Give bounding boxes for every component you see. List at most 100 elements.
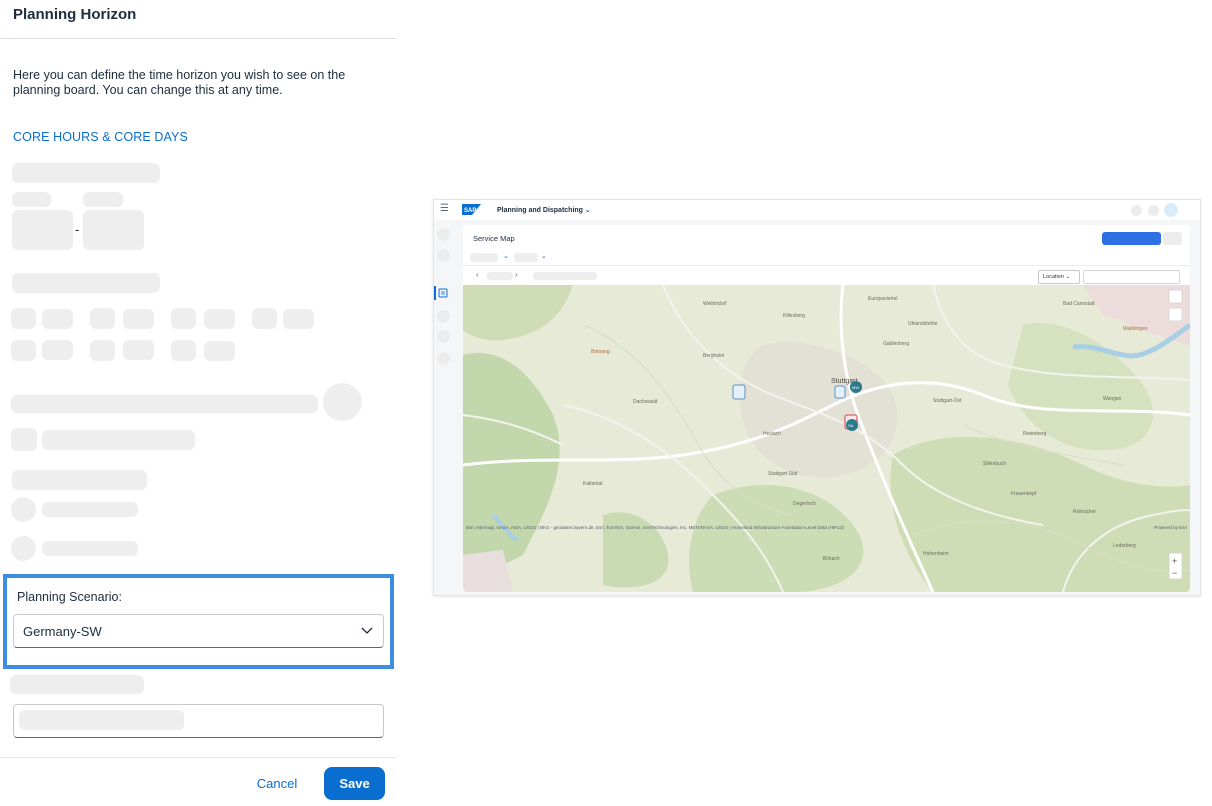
skeleton-bar bbox=[11, 395, 318, 413]
save-button[interactable]: Save bbox=[324, 767, 385, 800]
skeleton-label bbox=[12, 192, 51, 207]
nav-selected-indicator bbox=[434, 286, 436, 300]
hamburger-icon[interactable]: ☰ bbox=[440, 203, 449, 214]
map-label-bad-cannstatt: Bad Cannstatt bbox=[1063, 301, 1095, 307]
skeleton-line bbox=[42, 541, 138, 556]
map-label-lederberg: Lederberg bbox=[1113, 543, 1136, 549]
skeleton-day bbox=[252, 308, 277, 329]
skeleton-heading bbox=[12, 273, 160, 293]
app-title[interactable]: Planning and Dispatching ⌄ bbox=[497, 206, 591, 214]
skeleton-avatar bbox=[323, 383, 362, 421]
skeleton-day bbox=[90, 308, 115, 329]
map-powered-by: Powered by Esri bbox=[1154, 525, 1187, 530]
technician-marker[interactable] bbox=[834, 385, 846, 399]
map-label-gablenberg: Gablenberg bbox=[883, 341, 909, 347]
map-label-botnang: Botnang bbox=[591, 349, 610, 355]
skeleton-time-to bbox=[83, 210, 144, 250]
skeleton-day bbox=[204, 341, 235, 361]
map-icon[interactable] bbox=[438, 288, 448, 298]
nav-item[interactable] bbox=[437, 330, 450, 343]
chevron-left-icon[interactable]: ‹ bbox=[476, 270, 479, 279]
skeleton-day bbox=[204, 309, 235, 329]
range-separator: - bbox=[75, 222, 80, 237]
zoom-out-button[interactable]: − bbox=[1172, 568, 1177, 578]
service-map-card: Service Map ⌄ ⌄ ‹ › Location ⌄ Stuttgart… bbox=[463, 225, 1190, 592]
service-map[interactable]: Stuttgart Stuttgart-Ost Stuttgart-Süd Bo… bbox=[463, 285, 1190, 592]
skeleton-day bbox=[11, 308, 36, 329]
map-label-rohracker: Rohracker bbox=[1073, 509, 1096, 515]
filter-chip[interactable] bbox=[514, 253, 538, 262]
planning-scenario-section: Planning Scenario: Germany-SW bbox=[3, 574, 394, 669]
skeleton-day bbox=[171, 308, 196, 329]
map-attribution: Esri, Intermap, NASA, NGA, USGS | BKG - … bbox=[466, 525, 845, 530]
chevron-right-icon[interactable]: › bbox=[515, 270, 518, 279]
map-label-bergheim: Bergheim bbox=[703, 353, 724, 359]
skeleton-day bbox=[11, 340, 36, 361]
skeleton-heading bbox=[12, 163, 160, 183]
footer-divider bbox=[0, 757, 396, 758]
nav-item[interactable] bbox=[437, 352, 450, 365]
map-label-uhlandshohe: Uhlandshöhe bbox=[908, 321, 938, 327]
map-label-hohenheim: Hohenheim bbox=[923, 551, 949, 557]
secondary-action-button[interactable] bbox=[1163, 232, 1182, 245]
job-marker-sa-label: SA bbox=[848, 423, 854, 428]
date-chip[interactable] bbox=[487, 272, 513, 280]
skeleton-radio bbox=[11, 497, 36, 522]
side-nav bbox=[434, 220, 456, 595]
skeleton-day bbox=[90, 340, 115, 361]
map-label-stuttgart-sud: Stuttgart-Süd bbox=[768, 471, 798, 477]
text-input[interactable] bbox=[13, 704, 384, 738]
sap-logo: SAP bbox=[462, 204, 481, 215]
map-label-rotenberg: Rotenberg bbox=[1023, 431, 1047, 437]
location-dropdown-label: Location ⌄ bbox=[1043, 274, 1070, 280]
map-label-waiblingen: Waiblingen bbox=[1123, 326, 1148, 332]
chevron-down-icon[interactable]: ⌄ bbox=[541, 252, 547, 260]
nav-item[interactable] bbox=[437, 310, 450, 323]
skeleton-day bbox=[42, 309, 73, 329]
toolbar-divider bbox=[463, 265, 1190, 266]
map-label-stuttgart-ost: Stuttgart-Ost bbox=[933, 398, 962, 404]
map-fullscreen-button[interactable] bbox=[1168, 307, 1183, 322]
technician-marker[interactable] bbox=[732, 384, 746, 400]
map-label-weilimdorf: Weilimdorf bbox=[703, 301, 727, 307]
map-label-wangen: Wangen bbox=[1103, 396, 1122, 402]
user-avatar[interactable] bbox=[1164, 203, 1178, 217]
map-label-birkach: Birkach bbox=[823, 556, 840, 562]
map-label-killesberg: Killesberg bbox=[783, 313, 805, 319]
shell-action-icon[interactable] bbox=[1131, 205, 1142, 216]
sap-logo-text: SAP bbox=[464, 208, 476, 214]
shell-action-icon[interactable] bbox=[1148, 205, 1159, 216]
skeleton-line bbox=[42, 430, 195, 450]
map-label-europaviertel: Europaviertel bbox=[868, 296, 897, 302]
zoom-in-button[interactable]: + bbox=[1172, 556, 1177, 566]
service-map-preview: ☰ SAP Planning and Dispatching ⌄ Service… bbox=[433, 199, 1201, 596]
search-input[interactable] bbox=[1083, 270, 1180, 284]
map-label-frauenkopf: Frauenkopf bbox=[1011, 491, 1037, 497]
map-label-dachswald: Dachswald bbox=[633, 399, 658, 405]
location-dropdown[interactable]: Location ⌄ bbox=[1038, 270, 1080, 284]
title-divider bbox=[0, 38, 396, 39]
core-hours-link[interactable]: CORE HOURS & CORE DAYS bbox=[13, 130, 188, 144]
skeleton-day bbox=[123, 340, 154, 360]
skeleton-day bbox=[171, 340, 196, 361]
panel-description: Here you can define the time horizon you… bbox=[13, 68, 346, 97]
skeleton-heading bbox=[12, 470, 147, 490]
map-label-sillenbuch: Sillenbuch bbox=[983, 461, 1006, 467]
primary-action-button[interactable] bbox=[1102, 232, 1161, 245]
planning-horizon-panel: Planning Horizon Here you can define the… bbox=[0, 0, 396, 806]
nav-item[interactable] bbox=[437, 228, 450, 241]
skeleton-label bbox=[83, 192, 123, 207]
card-title: Service Map bbox=[473, 234, 515, 243]
cancel-button[interactable]: Cancel bbox=[246, 768, 308, 799]
skeleton-label bbox=[10, 675, 144, 694]
planning-scenario-value: Germany-SW bbox=[23, 624, 102, 639]
planning-scenario-select[interactable]: Germany-SW bbox=[13, 614, 384, 648]
skeleton-checkbox bbox=[11, 428, 37, 451]
nav-item[interactable] bbox=[437, 249, 450, 262]
date-range-label bbox=[533, 272, 597, 280]
chevron-down-icon bbox=[361, 627, 373, 634]
map-layers-button[interactable] bbox=[1168, 289, 1183, 304]
filter-chip[interactable] bbox=[470, 253, 498, 262]
chevron-down-icon[interactable]: ⌄ bbox=[503, 252, 509, 260]
skeleton-day bbox=[42, 340, 73, 360]
